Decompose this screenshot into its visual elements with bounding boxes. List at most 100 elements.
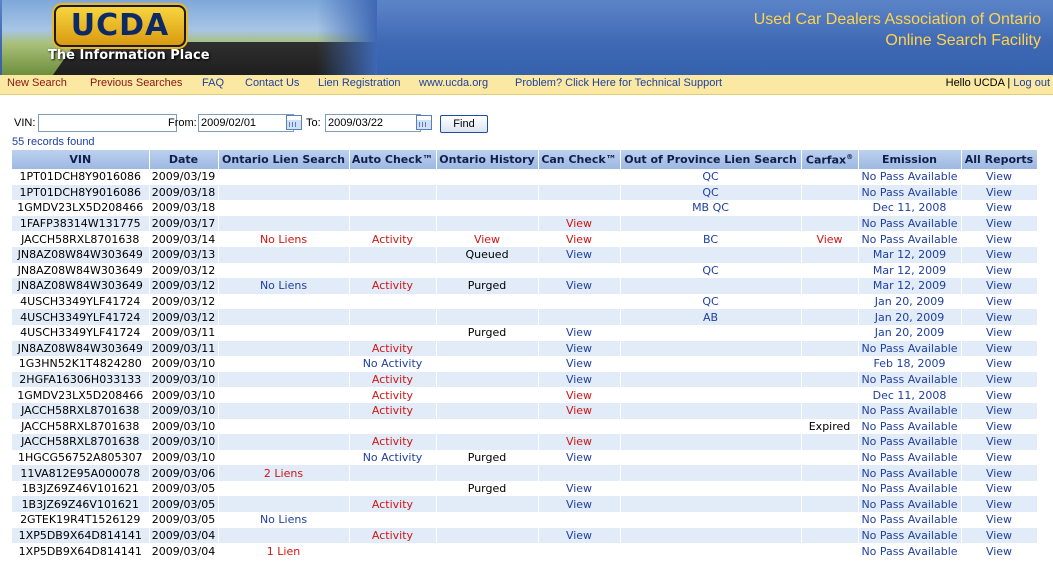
all-reports-cell[interactable]: View	[961, 340, 1038, 357]
to-calendar-icon[interactable]	[416, 115, 432, 130]
emission-cell[interactable]: No Pass Available	[858, 371, 962, 388]
all-reports-cell[interactable]: View	[961, 356, 1038, 372]
can-check-cell[interactable]: View	[538, 340, 621, 357]
all-reports-cell[interactable]: View	[961, 184, 1038, 201]
all-reports-cell[interactable]: View	[961, 371, 1038, 388]
emission-cell[interactable]: No Pass Available	[858, 543, 962, 559]
nav-new-search[interactable]: New Search	[7, 77, 67, 89]
all-reports-cell[interactable]: View	[961, 496, 1038, 513]
all-reports-cell[interactable]: View	[961, 309, 1038, 325]
nav-previous-searches[interactable]: Previous Searches	[90, 77, 182, 89]
all-reports-cell[interactable]: View	[961, 231, 1038, 247]
all-reports-cell[interactable]: View	[961, 512, 1038, 528]
nav-ucda-website[interactable]: www.ucda.org	[419, 77, 488, 89]
emission-cell[interactable]: No Pass Available	[858, 340, 962, 357]
can-check-cell[interactable]: View	[538, 215, 621, 232]
emission-cell[interactable]: Dec 11, 2008	[858, 200, 962, 216]
emission-cell[interactable]: Dec 11, 2008	[858, 387, 962, 403]
emission-cell[interactable]: No Pass Available	[858, 231, 962, 247]
out-of-province-cell[interactable]: QC	[620, 184, 802, 201]
can-check-cell[interactable]: View	[538, 434, 621, 450]
nav-faq[interactable]: FAQ	[202, 77, 224, 89]
emission-cell[interactable]: No Pass Available	[858, 434, 962, 450]
can-check-cell[interactable]: View	[538, 324, 621, 341]
vin-input[interactable]	[38, 114, 177, 132]
all-reports-cell[interactable]: View	[961, 449, 1038, 466]
col-header-auto-check[interactable]: Auto Check™	[349, 150, 437, 169]
col-header-carfax[interactable]: Carfax®	[801, 150, 859, 169]
out-of-province-cell[interactable]: QC	[620, 293, 802, 310]
auto-check-cell[interactable]: Activity	[349, 527, 437, 544]
all-reports-cell[interactable]: View	[961, 278, 1038, 294]
col-header-date[interactable]: Date	[149, 150, 219, 169]
all-reports-cell[interactable]: View	[961, 324, 1038, 341]
auto-check-cell[interactable]: Activity	[349, 231, 437, 247]
nav-lien-registration[interactable]: Lien Registration	[318, 77, 401, 89]
nav-technical-support[interactable]: Problem? Click Here for Technical Suppor…	[515, 77, 722, 89]
lien-cell[interactable]: 2 Liens	[218, 465, 350, 481]
history-cell[interactable]: View	[436, 231, 539, 247]
all-reports-cell[interactable]: View	[961, 527, 1038, 544]
all-reports-cell[interactable]: View	[961, 293, 1038, 310]
col-header-ontario-lien[interactable]: Ontario Lien Search	[218, 150, 350, 169]
out-of-province-cell[interactable]: QC	[620, 169, 802, 185]
col-header-ontario-history[interactable]: Ontario History	[436, 150, 539, 169]
emission-cell[interactable]: No Pass Available	[858, 480, 962, 497]
auto-check-cell[interactable]: Activity	[349, 496, 437, 513]
out-of-province-cell[interactable]: MB QC	[620, 200, 802, 216]
ucda-logo[interactable]: UCDA	[54, 5, 186, 47]
to-date-input[interactable]	[325, 114, 421, 132]
auto-check-cell[interactable]: Activity	[349, 434, 437, 450]
can-check-cell[interactable]: View	[538, 496, 621, 513]
emission-cell[interactable]: Mar 12, 2009	[858, 246, 962, 263]
can-check-cell[interactable]: View	[538, 278, 621, 294]
from-calendar-icon[interactable]	[286, 115, 302, 130]
emission-cell[interactable]: Jan 20, 2009	[858, 309, 962, 325]
can-check-cell[interactable]: View	[538, 246, 621, 263]
can-check-cell[interactable]: View	[538, 387, 621, 403]
can-check-cell[interactable]: View	[538, 480, 621, 497]
lien-cell[interactable]: No Liens	[218, 512, 350, 528]
all-reports-cell[interactable]: View	[961, 543, 1038, 559]
auto-check-cell[interactable]: Activity	[349, 340, 437, 357]
emission-cell[interactable]: Mar 12, 2009	[858, 262, 962, 279]
all-reports-cell[interactable]: View	[961, 418, 1038, 435]
auto-check-cell[interactable]: No Activity	[349, 356, 437, 372]
emission-cell[interactable]: No Pass Available	[858, 512, 962, 528]
emission-cell[interactable]: No Pass Available	[858, 527, 962, 544]
lien-cell[interactable]: 1 Lien	[218, 543, 350, 559]
emission-cell[interactable]: No Pass Available	[858, 496, 962, 513]
auto-check-cell[interactable]: No Activity	[349, 449, 437, 466]
find-button[interactable]: Find	[440, 115, 488, 133]
lien-cell[interactable]: No Liens	[218, 231, 350, 247]
all-reports-cell[interactable]: View	[961, 402, 1038, 419]
lien-cell[interactable]: No Liens	[218, 278, 350, 294]
out-of-province-cell[interactable]: AB	[620, 309, 802, 325]
emission-cell[interactable]: No Pass Available	[858, 184, 962, 201]
auto-check-cell[interactable]: Activity	[349, 402, 437, 419]
out-of-province-cell[interactable]: QC	[620, 262, 802, 279]
col-header-emission[interactable]: Emission	[858, 150, 962, 169]
nav-contact-us[interactable]: Contact Us	[245, 77, 299, 89]
all-reports-cell[interactable]: View	[961, 200, 1038, 216]
emission-cell[interactable]: No Pass Available	[858, 402, 962, 419]
all-reports-cell[interactable]: View	[961, 169, 1038, 185]
all-reports-cell[interactable]: View	[961, 480, 1038, 497]
emission-cell[interactable]: Mar 12, 2009	[858, 278, 962, 294]
emission-cell[interactable]: Feb 18, 2009	[858, 356, 962, 372]
from-date-input[interactable]	[198, 114, 294, 132]
col-header-all-reports[interactable]: All Reports	[961, 150, 1038, 169]
emission-cell[interactable]: No Pass Available	[858, 169, 962, 185]
col-header-can-check[interactable]: Can Check™	[538, 150, 621, 169]
can-check-cell[interactable]: View	[538, 527, 621, 544]
carfax-cell[interactable]: View	[801, 231, 859, 247]
emission-cell[interactable]: No Pass Available	[858, 215, 962, 232]
emission-cell[interactable]: Jan 20, 2009	[858, 324, 962, 341]
can-check-cell[interactable]: View	[538, 402, 621, 419]
can-check-cell[interactable]: View	[538, 371, 621, 388]
logout-link[interactable]: Log out	[1013, 77, 1050, 89]
auto-check-cell[interactable]: Activity	[349, 387, 437, 403]
emission-cell[interactable]: No Pass Available	[858, 465, 962, 481]
emission-cell[interactable]: Jan 20, 2009	[858, 293, 962, 310]
can-check-cell[interactable]: View	[538, 231, 621, 247]
